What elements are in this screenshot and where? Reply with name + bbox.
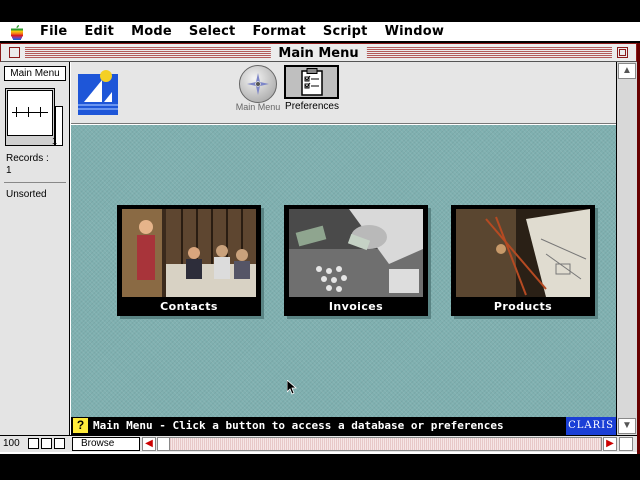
book-ring [16, 107, 17, 117]
window-titlebar[interactable]: Main Menu [0, 43, 637, 62]
mouse-pointer-icon [286, 379, 298, 401]
book-icon[interactable]: 1 [5, 88, 63, 146]
menu-edit[interactable]: Edit [84, 24, 114, 39]
scroll-up-arrow-icon[interactable]: ▲ [618, 63, 636, 79]
menu-select[interactable]: Select [189, 24, 236, 39]
zoom-out-icon[interactable] [28, 438, 39, 449]
zoom-controls [28, 438, 65, 449]
products-button[interactable]: Products [451, 205, 595, 316]
preferences-button-label: Preferences [285, 101, 339, 112]
invoices-photo [289, 209, 423, 297]
layout-header: Main Menu Preferences [71, 62, 616, 124]
layout-body: Contacts Invoices Products [71, 125, 616, 417]
layout-popup[interactable]: Main Menu [4, 66, 66, 81]
invoices-button[interactable]: Invoices [284, 205, 428, 316]
preferences-button[interactable] [284, 65, 339, 99]
claris-logo: CLARIS [566, 417, 616, 435]
apple-menu-icon[interactable] [0, 22, 34, 42]
window-title: Main Menu [270, 46, 367, 61]
filemaker-logo-icon [78, 70, 118, 115]
book-page[interactable] [7, 90, 53, 136]
contacts-photo [122, 209, 256, 297]
records-count: 1 [6, 165, 12, 176]
mode-selector[interactable]: Browse [72, 437, 140, 451]
menu-file[interactable]: File [40, 24, 67, 39]
status-divider [4, 182, 66, 183]
menu-bar: File Edit Mode Select Format Script Wind… [0, 22, 640, 42]
scroll-right-arrow-icon[interactable]: ▶ [603, 437, 617, 451]
horizontal-scrollbar[interactable] [157, 437, 602, 451]
vertical-scrollbar[interactable]: ▲ ▼ [616, 62, 637, 435]
book-ring-line [12, 112, 48, 113]
main-menu-button[interactable] [239, 65, 277, 103]
clipboard-icon [300, 68, 323, 96]
layout-footer: ? Main Menu - Click a button to access a… [71, 417, 616, 435]
products-photo [456, 209, 590, 297]
contacts-label: Contacts [160, 300, 218, 313]
zoom-level[interactable]: 100 [3, 438, 20, 449]
main-menu-button-label: Main Menu [235, 102, 281, 112]
compass-icon [247, 73, 269, 95]
zoom-in-icon[interactable] [41, 438, 52, 449]
menu-mode[interactable]: Mode [131, 24, 172, 39]
menu-script[interactable]: Script [323, 24, 368, 39]
zoom-box-icon[interactable] [617, 47, 628, 58]
bottom-bar: 100 Browse ◀ ▶ [0, 435, 637, 452]
products-label: Products [493, 300, 553, 313]
scroll-left-arrow-icon[interactable]: ◀ [142, 437, 156, 451]
database-window: Main Menu Main Menu 1 Records : 1 Unsort… [0, 43, 637, 454]
resize-handle-icon[interactable] [619, 437, 633, 451]
help-icon[interactable]: ? [73, 418, 88, 433]
footer-message: Main Menu - Click a button to access a d… [93, 419, 504, 432]
records-label: Records : [6, 153, 49, 164]
status-area-toggle-icon[interactable] [54, 438, 65, 449]
menu-format[interactable]: Format [252, 24, 305, 39]
book-page-number: 1 [51, 136, 57, 146]
book-ring [40, 107, 41, 117]
book-ring [28, 107, 29, 117]
scroll-down-arrow-icon[interactable]: ▼ [618, 418, 636, 434]
close-box-icon[interactable] [9, 47, 20, 58]
menu-window[interactable]: Window [385, 24, 445, 39]
status-area: Main Menu 1 Records : 1 Unsorted [0, 62, 70, 435]
contacts-button[interactable]: Contacts [117, 205, 261, 316]
invoices-label: Invoices [328, 300, 384, 313]
horizontal-scroll-thumb[interactable] [158, 438, 170, 450]
sort-status: Unsorted [6, 189, 47, 200]
